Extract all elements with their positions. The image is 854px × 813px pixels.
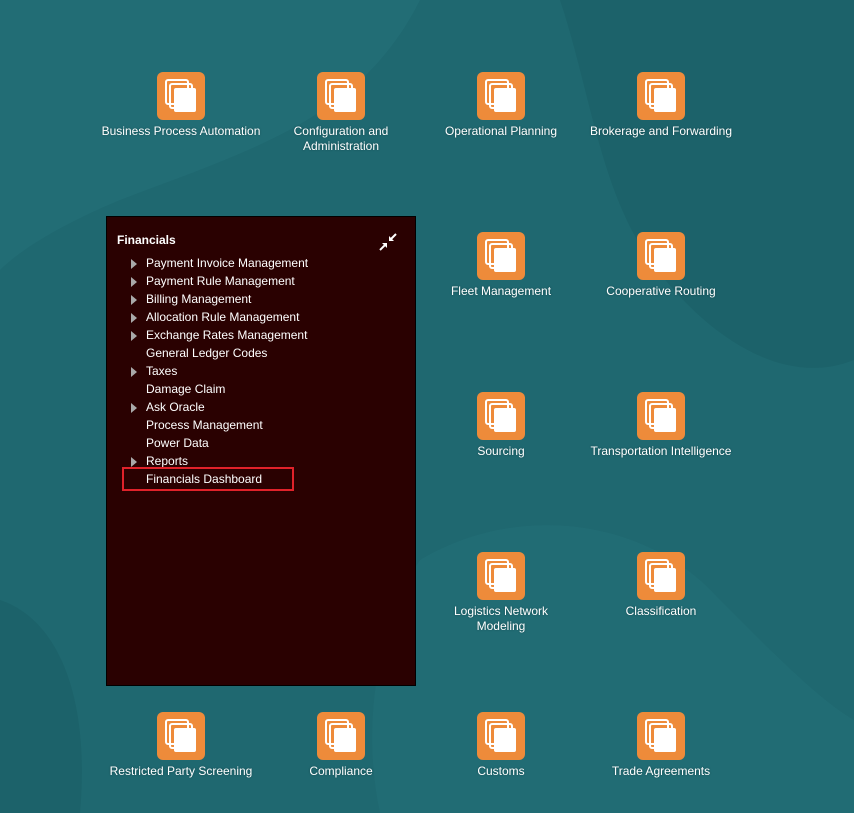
stacked-pages-icon [637,552,685,600]
menu-item-exchange-rates-management[interactable]: Exchange Rates Management [127,326,308,344]
tile-classification[interactable]: Classification [581,552,741,619]
collapse-arrows-icon[interactable] [378,232,398,252]
menu-item-process-management[interactable]: Process Management [127,416,308,434]
tile-label: Logistics Network Modeling [453,604,549,633]
stacked-pages-icon [477,552,525,600]
tile-label: Cooperative Routing [606,284,716,298]
expand-arrow-icon[interactable] [131,277,137,287]
tile-label: Compliance [309,764,373,778]
menu-item-ask-oracle[interactable]: Ask Oracle [127,398,308,416]
expand-arrow-icon[interactable] [131,331,137,341]
expand-arrow-icon[interactable] [131,367,137,377]
menu-item-payment-rule-management[interactable]: Payment Rule Management [127,272,308,290]
tile-fleet-management[interactable]: Fleet Management [421,232,581,299]
expand-arrow-icon[interactable] [131,295,137,305]
financials-menu: Payment Invoice Management Payment Rule … [127,254,308,488]
financials-panel: Financials Payment Invoice Management Pa… [106,216,416,686]
stacked-pages-icon [637,72,685,120]
stacked-pages-icon [477,232,525,280]
stacked-pages-icon [317,712,365,760]
menu-item-billing-management[interactable]: Billing Management [127,290,308,308]
tile-label: Brokerage and Forwarding [589,124,733,138]
stacked-pages-icon [637,392,685,440]
tile-label: Sourcing [477,444,525,458]
menu-item-damage-claim[interactable]: Damage Claim [127,380,308,398]
tile-transportation-intelligence[interactable]: Transportation Intelligence [581,392,741,459]
menu-item-power-data[interactable]: Power Data [127,434,308,452]
tile-configuration-and-administration[interactable]: Configuration and Administration [261,72,421,154]
tile-label: Classification [625,604,697,618]
tile-label: Operational Planning [444,124,558,138]
expand-arrow-icon[interactable] [131,457,137,467]
stacked-pages-icon [637,712,685,760]
menu-item-general-ledger-codes[interactable]: General Ledger Codes [127,344,308,362]
stacked-pages-icon [157,712,205,760]
tile-compliance[interactable]: Compliance [261,712,421,779]
tile-sourcing[interactable]: Sourcing [421,392,581,459]
tile-label: Configuration and Administration [293,124,389,153]
tile-cooperative-routing[interactable]: Cooperative Routing [581,232,741,299]
menu-item-financials-dashboard[interactable]: Financials Dashboard [127,470,308,488]
tile-label: Business Process Automation [101,124,261,138]
tile-label: Restricted Party Screening [109,764,253,778]
tile-customs[interactable]: Customs [421,712,581,779]
tile-label: Transportation Intelligence [590,444,732,458]
tile-trade-agreements[interactable]: Trade Agreements [581,712,741,779]
expand-arrow-icon[interactable] [131,313,137,323]
tile-label: Fleet Management [450,284,552,298]
menu-item-taxes[interactable]: Taxes [127,362,308,380]
stacked-pages-icon [157,72,205,120]
panel-title: Financials [117,233,176,247]
expand-arrow-icon[interactable] [131,259,137,269]
tile-restricted-party-screening[interactable]: Restricted Party Screening [101,712,261,779]
tile-business-process-automation[interactable]: Business Process Automation [101,72,261,139]
tile-brokerage-and-forwarding[interactable]: Brokerage and Forwarding [581,72,741,139]
stacked-pages-icon [477,72,525,120]
tile-operational-planning[interactable]: Operational Planning [421,72,581,139]
tile-label: Trade Agreements [611,764,711,778]
stacked-pages-icon [317,72,365,120]
stacked-pages-icon [477,712,525,760]
stacked-pages-icon [637,232,685,280]
menu-item-allocation-rule-management[interactable]: Allocation Rule Management [127,308,308,326]
tile-label: Customs [477,764,525,778]
menu-item-reports[interactable]: Reports [127,452,308,470]
expand-arrow-icon[interactable] [131,403,137,413]
stacked-pages-icon [477,392,525,440]
tile-logistics-network-modeling[interactable]: Logistics Network Modeling [421,552,581,634]
menu-item-payment-invoice-management[interactable]: Payment Invoice Management [127,254,308,272]
